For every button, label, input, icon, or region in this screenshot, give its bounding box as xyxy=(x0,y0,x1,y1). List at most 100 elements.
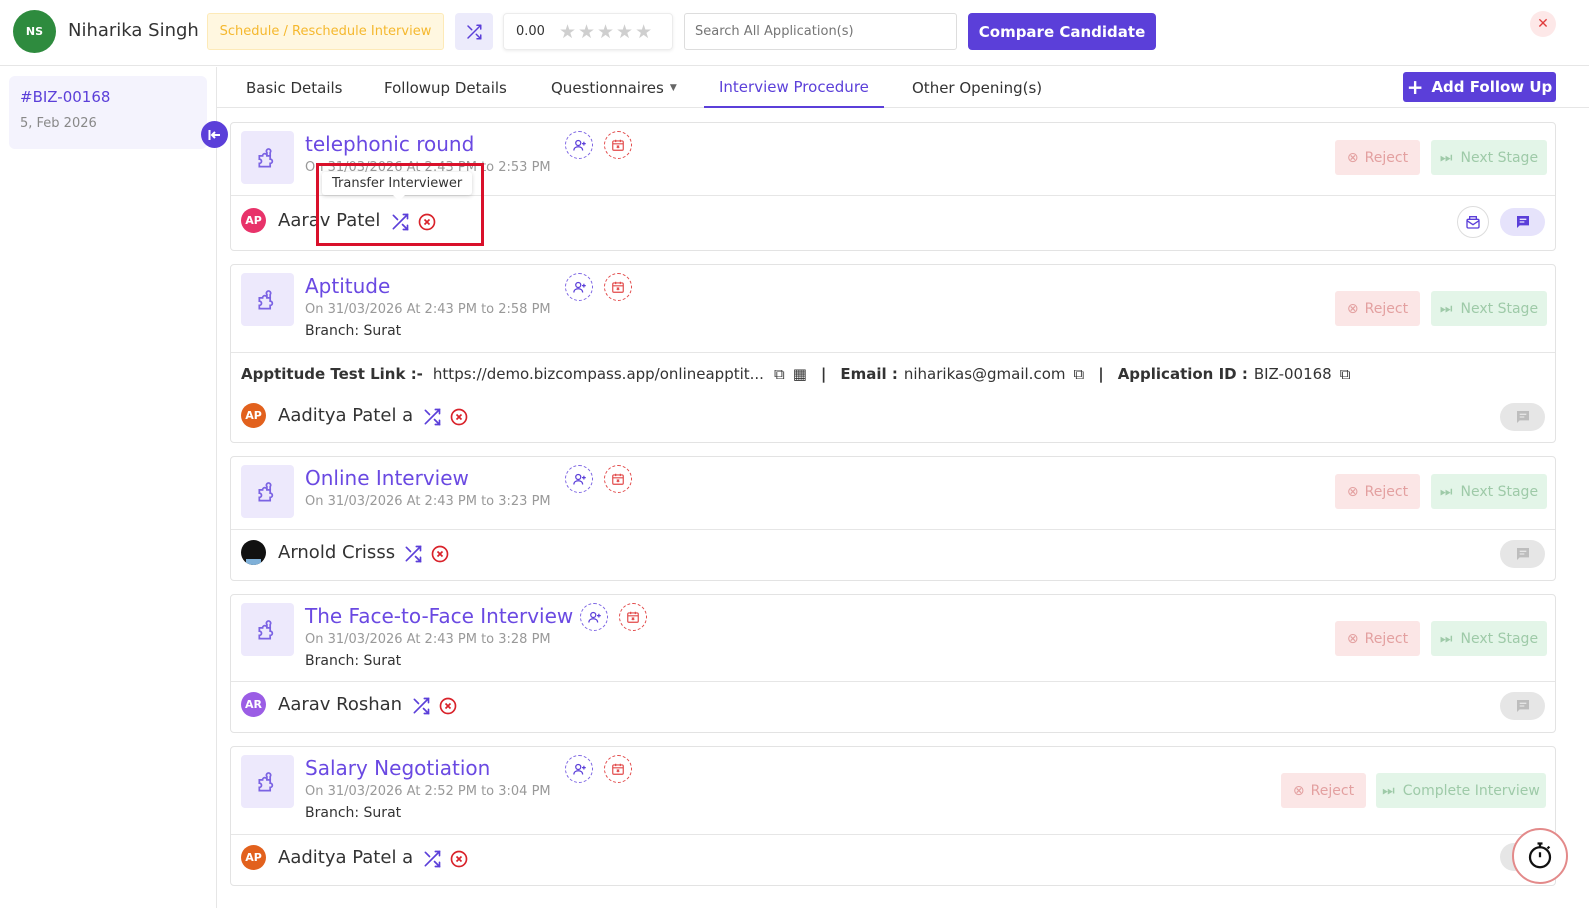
cancel-schedule-button[interactable] xyxy=(604,755,632,783)
tab-questionnaires[interactable]: Questionnaires ▼ xyxy=(536,67,692,108)
next-stage-label: Next Stage xyxy=(1460,300,1539,317)
search-applications-input[interactable] xyxy=(684,13,957,50)
chat-icon xyxy=(1516,411,1529,423)
tab-label: Questionnaires xyxy=(551,78,664,97)
transfer-interviewer-icon[interactable] xyxy=(421,849,443,869)
copy-icon[interactable]: ⧉ xyxy=(1340,365,1351,383)
rating-value: 0.00 xyxy=(516,24,545,39)
interviewer-avatar: AP xyxy=(241,208,266,233)
add-user-icon xyxy=(572,763,586,775)
puzzle-icon xyxy=(241,465,294,518)
shuffle-icon xyxy=(467,24,482,39)
timer-button[interactable] xyxy=(1512,828,1568,884)
divider: | xyxy=(820,365,827,383)
stage-header: Online Interview On 31/03/2026 At 2:43 P… xyxy=(231,457,1555,530)
reject-button[interactable]: ⊗ Reject xyxy=(1335,474,1420,509)
add-interviewer-button[interactable] xyxy=(565,131,593,159)
application-id-label: Application ID : xyxy=(1117,365,1248,383)
next-stage-button[interactable]: ⏭ Next Stage xyxy=(1431,291,1547,326)
caret-down-icon: ▼ xyxy=(669,82,677,93)
stage-branch: Branch: Surat xyxy=(305,805,402,821)
calendar-cancel-icon xyxy=(612,763,624,775)
stage-time: On 31/03/2026 At 2:43 PM to 3:23 PM xyxy=(305,494,551,509)
application-card[interactable]: #BIZ-00168 5, Feb 2026 xyxy=(9,76,207,149)
interviewer-name: Aaditya Patel a xyxy=(278,405,414,426)
stage-title[interactable]: Aptitude xyxy=(305,274,390,298)
skip-next-icon: ⏭ xyxy=(1439,300,1453,317)
reject-button[interactable]: ⊗ Reject xyxy=(1281,773,1366,808)
add-follow-up-label: Add Follow Up xyxy=(1431,78,1553,96)
comment-button[interactable] xyxy=(1500,540,1545,568)
cancel-schedule-button[interactable] xyxy=(604,465,632,493)
remove-interviewer-icon[interactable] xyxy=(438,696,458,716)
add-user-icon xyxy=(572,139,586,151)
add-user-icon xyxy=(572,281,586,293)
puzzle-icon xyxy=(241,273,294,326)
skip-next-icon: ⏭ xyxy=(1439,630,1453,647)
compare-candidate-button[interactable]: Compare Candidate xyxy=(968,13,1156,50)
remove-interviewer-icon[interactable] xyxy=(449,849,469,869)
mail-button[interactable] xyxy=(1457,206,1489,238)
add-interviewer-button[interactable] xyxy=(565,273,593,301)
aptitude-details: Apptitude Test Link :- https://demo.bizc… xyxy=(231,353,1555,443)
copy-icon[interactable]: ⧉ xyxy=(774,365,785,383)
remove-interviewer-icon[interactable] xyxy=(430,544,450,564)
collapse-sidebar-button[interactable] xyxy=(201,121,228,148)
cancel-schedule-button[interactable] xyxy=(604,131,632,159)
qr-code-icon[interactable]: ▦ xyxy=(793,365,807,383)
interviewer-name: Arnold Crisss xyxy=(278,542,396,563)
add-follow-up-button[interactable]: + Add Follow Up xyxy=(1403,72,1556,102)
transfer-interviewer-icon[interactable] xyxy=(410,696,432,716)
reject-label: Reject xyxy=(1364,149,1409,166)
cancel-schedule-button[interactable] xyxy=(619,603,647,631)
puzzle-icon xyxy=(241,131,294,184)
x-circle-icon: ⊗ xyxy=(1292,782,1305,799)
tab-basic-details[interactable]: Basic Details xyxy=(231,67,357,108)
cancel-schedule-button[interactable] xyxy=(604,273,632,301)
reject-button[interactable]: ⊗ Reject xyxy=(1335,291,1420,326)
stage-card-aptitude: Aptitude On 31/03/2026 At 2:43 PM to 2:5… xyxy=(230,264,1556,443)
stage-title[interactable]: telephonic round xyxy=(305,132,474,156)
x-circle-icon: ⊗ xyxy=(1346,483,1359,500)
tab-label: Followup Details xyxy=(384,78,507,97)
stage-time: On 31/03/2026 At 2:43 PM to 2:58 PM xyxy=(305,302,551,317)
test-link-value[interactable]: https://demo.bizcompass.app/onlineapptit… xyxy=(433,365,764,383)
schedule-interview-button[interactable]: Schedule / Reschedule Interview xyxy=(207,13,444,50)
stage-title[interactable]: Salary Negotiation xyxy=(305,756,490,780)
remove-interviewer-icon[interactable] xyxy=(449,407,469,427)
skip-next-icon: ⏭ xyxy=(1439,483,1453,500)
top-bar: NS Niharika Singh Schedule / Reschedule … xyxy=(0,0,1589,66)
tab-followup-details[interactable]: Followup Details xyxy=(369,67,522,108)
stage-title[interactable]: Online Interview xyxy=(305,466,469,490)
transfer-interviewer-icon[interactable] xyxy=(421,407,443,427)
close-icon[interactable]: ✕ xyxy=(1530,11,1556,37)
star-rating-icons[interactable]: ★★★★★ xyxy=(559,21,654,43)
comment-button[interactable] xyxy=(1500,403,1545,431)
email-label: Email : xyxy=(840,365,898,383)
interviewer-avatar: AP xyxy=(241,845,266,870)
interviewer-row: AR Aarav Roshan xyxy=(231,682,1555,733)
plus-icon: + xyxy=(1406,75,1424,99)
comment-button[interactable] xyxy=(1500,208,1545,236)
shuffle-button[interactable] xyxy=(455,13,493,50)
add-interviewer-button[interactable] xyxy=(565,755,593,783)
transfer-interviewer-icon[interactable] xyxy=(402,544,424,564)
tab-other-openings[interactable]: Other Opening(s) xyxy=(897,67,1057,108)
add-interviewer-button[interactable] xyxy=(565,465,593,493)
interviewer-avatar xyxy=(241,540,266,565)
stopwatch-icon xyxy=(1528,842,1552,869)
comment-button[interactable] xyxy=(1500,692,1545,720)
next-stage-button[interactable]: ⏭ Next Stage xyxy=(1431,474,1547,509)
tab-interview-procedure[interactable]: Interview Procedure xyxy=(704,67,884,108)
next-stage-button[interactable]: ⏭ Next Stage xyxy=(1431,140,1547,175)
chat-icon xyxy=(1516,548,1529,560)
copy-icon[interactable]: ⧉ xyxy=(1073,365,1084,383)
next-stage-button[interactable]: ⏭ Next Stage xyxy=(1431,621,1547,656)
reject-button[interactable]: ⊗ Reject xyxy=(1335,140,1420,175)
chat-icon xyxy=(1516,700,1529,712)
next-stage-label: Next Stage xyxy=(1460,483,1539,500)
reject-button[interactable]: ⊗ Reject xyxy=(1335,621,1420,656)
stage-title[interactable]: The Face-to-Face Interview xyxy=(305,604,573,628)
complete-interview-button[interactable]: ⏭ Complete Interview xyxy=(1376,773,1546,808)
add-interviewer-button[interactable] xyxy=(580,603,608,631)
